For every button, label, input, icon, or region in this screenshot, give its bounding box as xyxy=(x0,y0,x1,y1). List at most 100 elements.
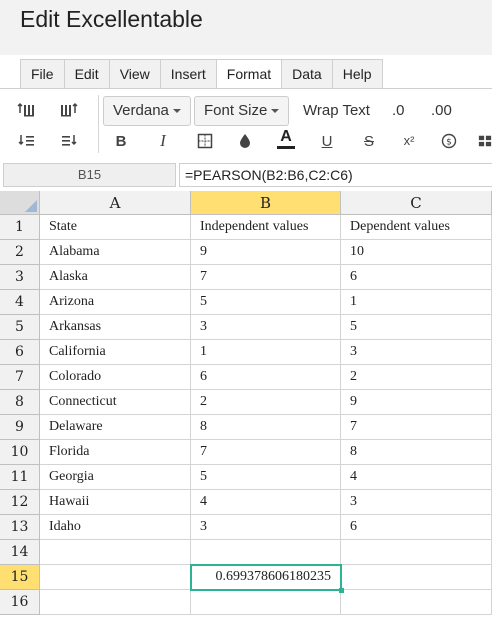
cell-b2[interactable]: 9 xyxy=(191,240,341,265)
cell-a1[interactable]: State xyxy=(40,215,191,240)
cell-c6[interactable]: 3 xyxy=(341,340,492,365)
cell-a11[interactable]: Georgia xyxy=(40,465,191,490)
formula-input[interactable]: =PEARSON(B2:B6,C2:C6) xyxy=(179,163,492,187)
row-header[interactable]: 9 xyxy=(0,415,40,440)
row-header[interactable]: 12 xyxy=(0,490,40,515)
font-size-dropdown[interactable]: Font Size xyxy=(194,96,290,126)
fill-color-icon[interactable] xyxy=(234,130,256,152)
cell-b13[interactable]: 3 xyxy=(191,515,341,540)
cell-c8[interactable]: 9 xyxy=(341,390,492,415)
cell-b12[interactable]: 4 xyxy=(191,490,341,515)
cell-a10[interactable]: Florida xyxy=(40,440,191,465)
cell-a16[interactable] xyxy=(40,590,191,615)
cell-c4[interactable]: 1 xyxy=(341,290,492,315)
bold-button[interactable]: B xyxy=(110,130,132,152)
cell-b4[interactable]: 5 xyxy=(191,290,341,315)
borders-icon[interactable] xyxy=(194,130,216,152)
more-formats-icon[interactable] xyxy=(478,130,492,152)
decrease-decimal-button[interactable]: .0 xyxy=(392,102,405,119)
cell-a15[interactable] xyxy=(40,565,191,590)
tab-data[interactable]: Data xyxy=(282,59,333,89)
cell-c13[interactable]: 6 xyxy=(341,515,492,540)
font-size-label: Font Size xyxy=(204,102,268,119)
tab-help[interactable]: Help xyxy=(332,59,383,89)
currency-icon[interactable]: $ xyxy=(438,130,460,152)
column-header-b[interactable]: B xyxy=(191,191,341,215)
row-header[interactable]: 15 xyxy=(0,565,40,590)
cell-c16[interactable] xyxy=(341,590,492,615)
row-header[interactable]: 11 xyxy=(0,465,40,490)
superscript-button[interactable]: x² xyxy=(398,129,420,151)
row-header[interactable]: 13 xyxy=(0,515,40,540)
cell-b16[interactable] xyxy=(191,590,341,615)
cell-b10[interactable]: 7 xyxy=(191,440,341,465)
tab-format[interactable]: Format xyxy=(216,59,283,89)
cell-b3[interactable]: 7 xyxy=(191,265,341,290)
insert-column-icon[interactable] xyxy=(58,99,80,121)
wrap-text-button[interactable]: Wrap Text xyxy=(303,102,370,119)
tab-file[interactable]: File xyxy=(20,59,65,89)
strikethrough-button[interactable]: S xyxy=(358,130,380,152)
insert-row-above-icon[interactable] xyxy=(16,99,38,121)
cell-b11[interactable]: 5 xyxy=(191,465,341,490)
row-header[interactable]: 16 xyxy=(0,590,40,615)
indent-icon[interactable] xyxy=(16,130,38,152)
cell-a13[interactable]: Idaho xyxy=(40,515,191,540)
tab-view[interactable]: View xyxy=(109,59,161,89)
cell-c2[interactable]: 10 xyxy=(341,240,492,265)
fill-handle[interactable] xyxy=(339,588,344,593)
cell-b8[interactable]: 2 xyxy=(191,390,341,415)
cell-c7[interactable]: 2 xyxy=(341,365,492,390)
column-header-c[interactable]: C xyxy=(341,191,492,215)
cell-a7[interactable]: Colorado xyxy=(40,365,191,390)
tab-edit[interactable]: Edit xyxy=(64,59,110,89)
row-header[interactable]: 4 xyxy=(0,290,40,315)
row-header[interactable]: 2 xyxy=(0,240,40,265)
cell-c5[interactable]: 5 xyxy=(341,315,492,340)
outdent-icon[interactable] xyxy=(58,130,80,152)
row-header[interactable]: 6 xyxy=(0,340,40,365)
cell-b9[interactable]: 8 xyxy=(191,415,341,440)
font-color-button[interactable]: A xyxy=(275,127,297,149)
row-header[interactable]: 5 xyxy=(0,315,40,340)
cell-c12[interactable]: 3 xyxy=(341,490,492,515)
tab-insert[interactable]: Insert xyxy=(160,59,217,89)
increase-decimal-button[interactable]: .00 xyxy=(431,102,452,119)
cell-a12[interactable]: Hawaii xyxy=(40,490,191,515)
row-header[interactable]: 10 xyxy=(0,440,40,465)
cell-b6[interactable]: 1 xyxy=(191,340,341,365)
select-all-corner[interactable] xyxy=(0,191,40,215)
cell-c15[interactable] xyxy=(341,565,492,590)
cell-b7[interactable]: 6 xyxy=(191,365,341,390)
cell-a5[interactable]: Arkansas xyxy=(40,315,191,340)
cell-c14[interactable] xyxy=(341,540,492,565)
row-header[interactable]: 8 xyxy=(0,390,40,415)
underline-button[interactable]: U xyxy=(316,130,338,152)
cell-c10[interactable]: 8 xyxy=(341,440,492,465)
cell-c1[interactable]: Dependent values xyxy=(341,215,492,240)
cell-b15[interactable]: 0.699378606180235 xyxy=(191,565,341,590)
cell-c9[interactable]: 7 xyxy=(341,415,492,440)
cell-a9[interactable]: Delaware xyxy=(40,415,191,440)
column-header-a[interactable]: A xyxy=(40,191,191,215)
row-header[interactable]: 7 xyxy=(0,365,40,390)
cell-a14[interactable] xyxy=(40,540,191,565)
font-family-dropdown[interactable]: Verdana xyxy=(103,96,191,126)
cell-c11[interactable]: 4 xyxy=(341,465,492,490)
cell-a2[interactable]: Alabama xyxy=(40,240,191,265)
cell-a4[interactable]: Arizona xyxy=(40,290,191,315)
italic-button[interactable]: I xyxy=(152,130,174,152)
row-header[interactable]: 1 xyxy=(0,215,40,240)
cell-b14[interactable] xyxy=(191,540,341,565)
cell-b5[interactable]: 3 xyxy=(191,315,341,340)
cell-c3[interactable]: 6 xyxy=(341,265,492,290)
app-title: Edit Excellentable xyxy=(20,6,203,32)
cell-reference-box[interactable]: B15 xyxy=(3,163,176,187)
cell-a6[interactable]: California xyxy=(40,340,191,365)
cell-a8[interactable]: Connecticut xyxy=(40,390,191,415)
row-header[interactable]: 14 xyxy=(0,540,40,565)
select-all-icon xyxy=(25,200,37,212)
cell-a3[interactable]: Alaska xyxy=(40,265,191,290)
row-header[interactable]: 3 xyxy=(0,265,40,290)
cell-b1[interactable]: Independent values xyxy=(191,215,341,240)
